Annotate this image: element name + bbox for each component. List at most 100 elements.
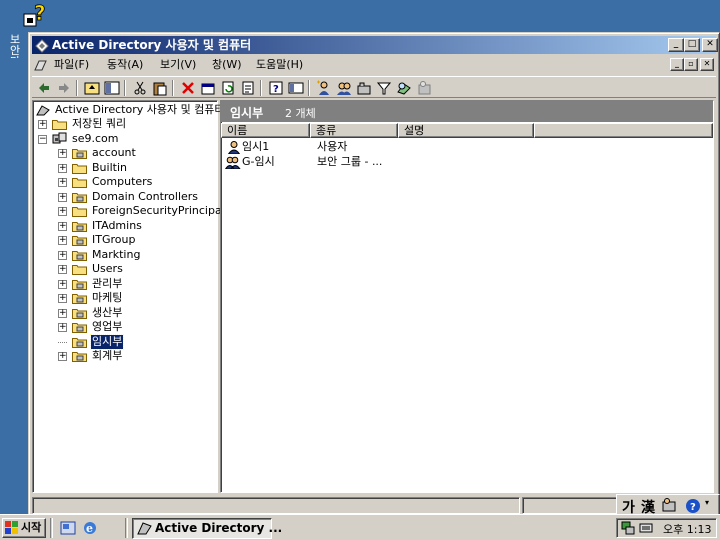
tree-item[interactable]: + 회계부 [58, 349, 218, 363]
expand-icon[interactable]: + [58, 265, 67, 274]
minimize-button[interactable]: _ [668, 38, 684, 52]
expand-icon[interactable]: + [58, 149, 67, 158]
status-bar [32, 495, 716, 516]
tree-item[interactable]: + 생산부 [58, 306, 218, 320]
tree-item[interactable]: 임시부 [58, 333, 218, 350]
keyboard-icon[interactable] [639, 521, 653, 535]
cut-icon[interactable] [132, 80, 148, 96]
network-icon[interactable] [621, 521, 635, 535]
tree-item[interactable]: + 마케팅 [58, 291, 218, 305]
properties-icon[interactable] [200, 80, 216, 96]
menu-action[interactable]: 동작(A) [107, 57, 143, 73]
list-item-user[interactable]: 임시1 사용자 [221, 139, 421, 155]
delete-icon[interactable] [180, 80, 196, 96]
item-type: 보안 그룹 - ... [317, 155, 383, 168]
show-hide-console-tree-icon[interactable] [104, 80, 120, 96]
expand-icon[interactable]: + [58, 207, 67, 216]
tree-item[interactable]: + Markting [58, 248, 218, 262]
column-type[interactable]: 종류 [310, 123, 398, 138]
tree-item[interactable]: + Builtin [58, 161, 218, 175]
expand-icon[interactable]: + [38, 120, 47, 129]
back-arrow-icon[interactable] [36, 80, 52, 96]
ad-root-icon [36, 104, 50, 116]
tree-item[interactable]: + Domain Controllers [58, 190, 218, 204]
tree-item-domain[interactable]: − se9.com [38, 132, 208, 146]
expand-icon[interactable]: + [58, 192, 67, 202]
find-icon[interactable] [396, 80, 412, 96]
ou-folder-icon [72, 220, 87, 232]
expand-icon[interactable]: + [58, 294, 67, 303]
column-filler [534, 123, 713, 138]
expand-icon[interactable]: + [58, 308, 67, 318]
description-bar-icon[interactable] [288, 80, 304, 96]
task-button-ad[interactable]: Active Directory ... [132, 518, 282, 539]
new-group-icon[interactable] [336, 80, 352, 96]
expand-icon[interactable]: + [58, 250, 67, 260]
expand-icon[interactable]: + [58, 279, 67, 289]
tree-item-label: 임시부 [89, 333, 125, 350]
console-tree-pane[interactable]: Active Directory 사용자 및 컴퓨터 + 저장된 쿼리 − se… [32, 100, 231, 493]
child-minimize-button[interactable]: _ [670, 58, 684, 71]
tree-item[interactable]: + ITGroup [58, 233, 218, 247]
ou-folder-icon [72, 307, 87, 319]
expand-icon[interactable]: + [58, 163, 67, 173]
mmc-doc-icon[interactable] [34, 58, 48, 72]
menu-window[interactable]: 창(W) [212, 57, 242, 73]
title-bar[interactable]: Active Directory 사용자 및 컴퓨터 _ □ ✕ [32, 36, 718, 54]
item-name: G-임시 [242, 155, 275, 168]
tree-item[interactable]: + ITAdmins [58, 219, 218, 233]
status-panel-main [32, 497, 520, 514]
tree-item[interactable]: + 관리부 [58, 277, 218, 291]
tree-item[interactable]: + Users [58, 262, 218, 276]
folder-icon [72, 162, 87, 174]
refresh-icon[interactable] [220, 80, 236, 96]
maximize-button[interactable]: □ [684, 38, 700, 52]
menu-help[interactable]: 도움말(H) [256, 57, 303, 73]
new-ou-icon[interactable] [356, 80, 372, 96]
child-close-button[interactable]: ✕ [700, 58, 714, 71]
tree-item[interactable]: + account [58, 146, 218, 160]
ime-options-icon[interactable]: ▾ [705, 498, 709, 507]
ime-help-icon[interactable]: ? [685, 498, 701, 514]
folder-icon [72, 176, 87, 188]
tree-item-label: Users [92, 262, 123, 275]
start-button[interactable]: 시작 [2, 518, 46, 538]
paste-icon[interactable] [152, 80, 168, 96]
help-icon[interactable]: ? [268, 80, 284, 96]
menu-file[interactable]: 파일(F) [54, 57, 89, 73]
menu-view[interactable]: 보기(V) [160, 57, 196, 73]
details-pane[interactable]: 임시부 2 개체 이름 종류 설명 임시1 사용자 G-임시 보안 그룹 - .… [220, 100, 714, 493]
tree-item-label: se9.com [72, 132, 119, 145]
tree-item-label: ITAdmins [92, 218, 142, 232]
system-tray: 오후 1:13 [616, 518, 717, 538]
tree-item-saved-queries[interactable]: + 저장된 쿼리 [38, 117, 208, 131]
tree-item-label: account [92, 146, 136, 159]
column-description[interactable]: 설명 [398, 123, 534, 138]
tree-item[interactable]: + ForeignSecurityPrincipals [58, 204, 231, 218]
tree-item[interactable]: + 영업부 [58, 320, 218, 334]
expand-icon[interactable]: + [58, 221, 67, 231]
show-desktop-icon[interactable] [60, 520, 76, 536]
svg-text:?: ? [273, 84, 279, 95]
forward-arrow-icon[interactable] [56, 80, 72, 96]
expand-icon[interactable]: + [58, 236, 67, 245]
expand-icon[interactable]: + [58, 178, 67, 187]
internet-explorer-icon[interactable]: e [82, 520, 98, 536]
details-title: 임시부 [230, 106, 264, 120]
tree-item[interactable]: + Computers [58, 175, 218, 189]
new-user-icon[interactable] [316, 80, 332, 96]
collapse-icon[interactable]: − [38, 135, 47, 144]
security-policy-desktop-icon[interactable]: ? [22, 1, 50, 30]
add-to-group-icon[interactable] [416, 80, 432, 96]
list-item-group[interactable]: G-임시 보안 그룹 - ... [221, 154, 421, 170]
expand-icon[interactable]: + [58, 352, 67, 361]
close-button[interactable]: ✕ [702, 38, 718, 52]
column-name[interactable]: 이름 [221, 123, 310, 138]
filter-icon[interactable] [376, 80, 392, 96]
ime-pad-icon[interactable] [661, 497, 677, 513]
up-folder-icon[interactable] [84, 80, 100, 96]
export-list-icon[interactable] [240, 80, 256, 96]
clock[interactable]: 오후 1:13 [663, 521, 711, 537]
expand-icon[interactable]: + [58, 323, 67, 332]
child-restore-button[interactable]: ▫ [684, 58, 698, 71]
